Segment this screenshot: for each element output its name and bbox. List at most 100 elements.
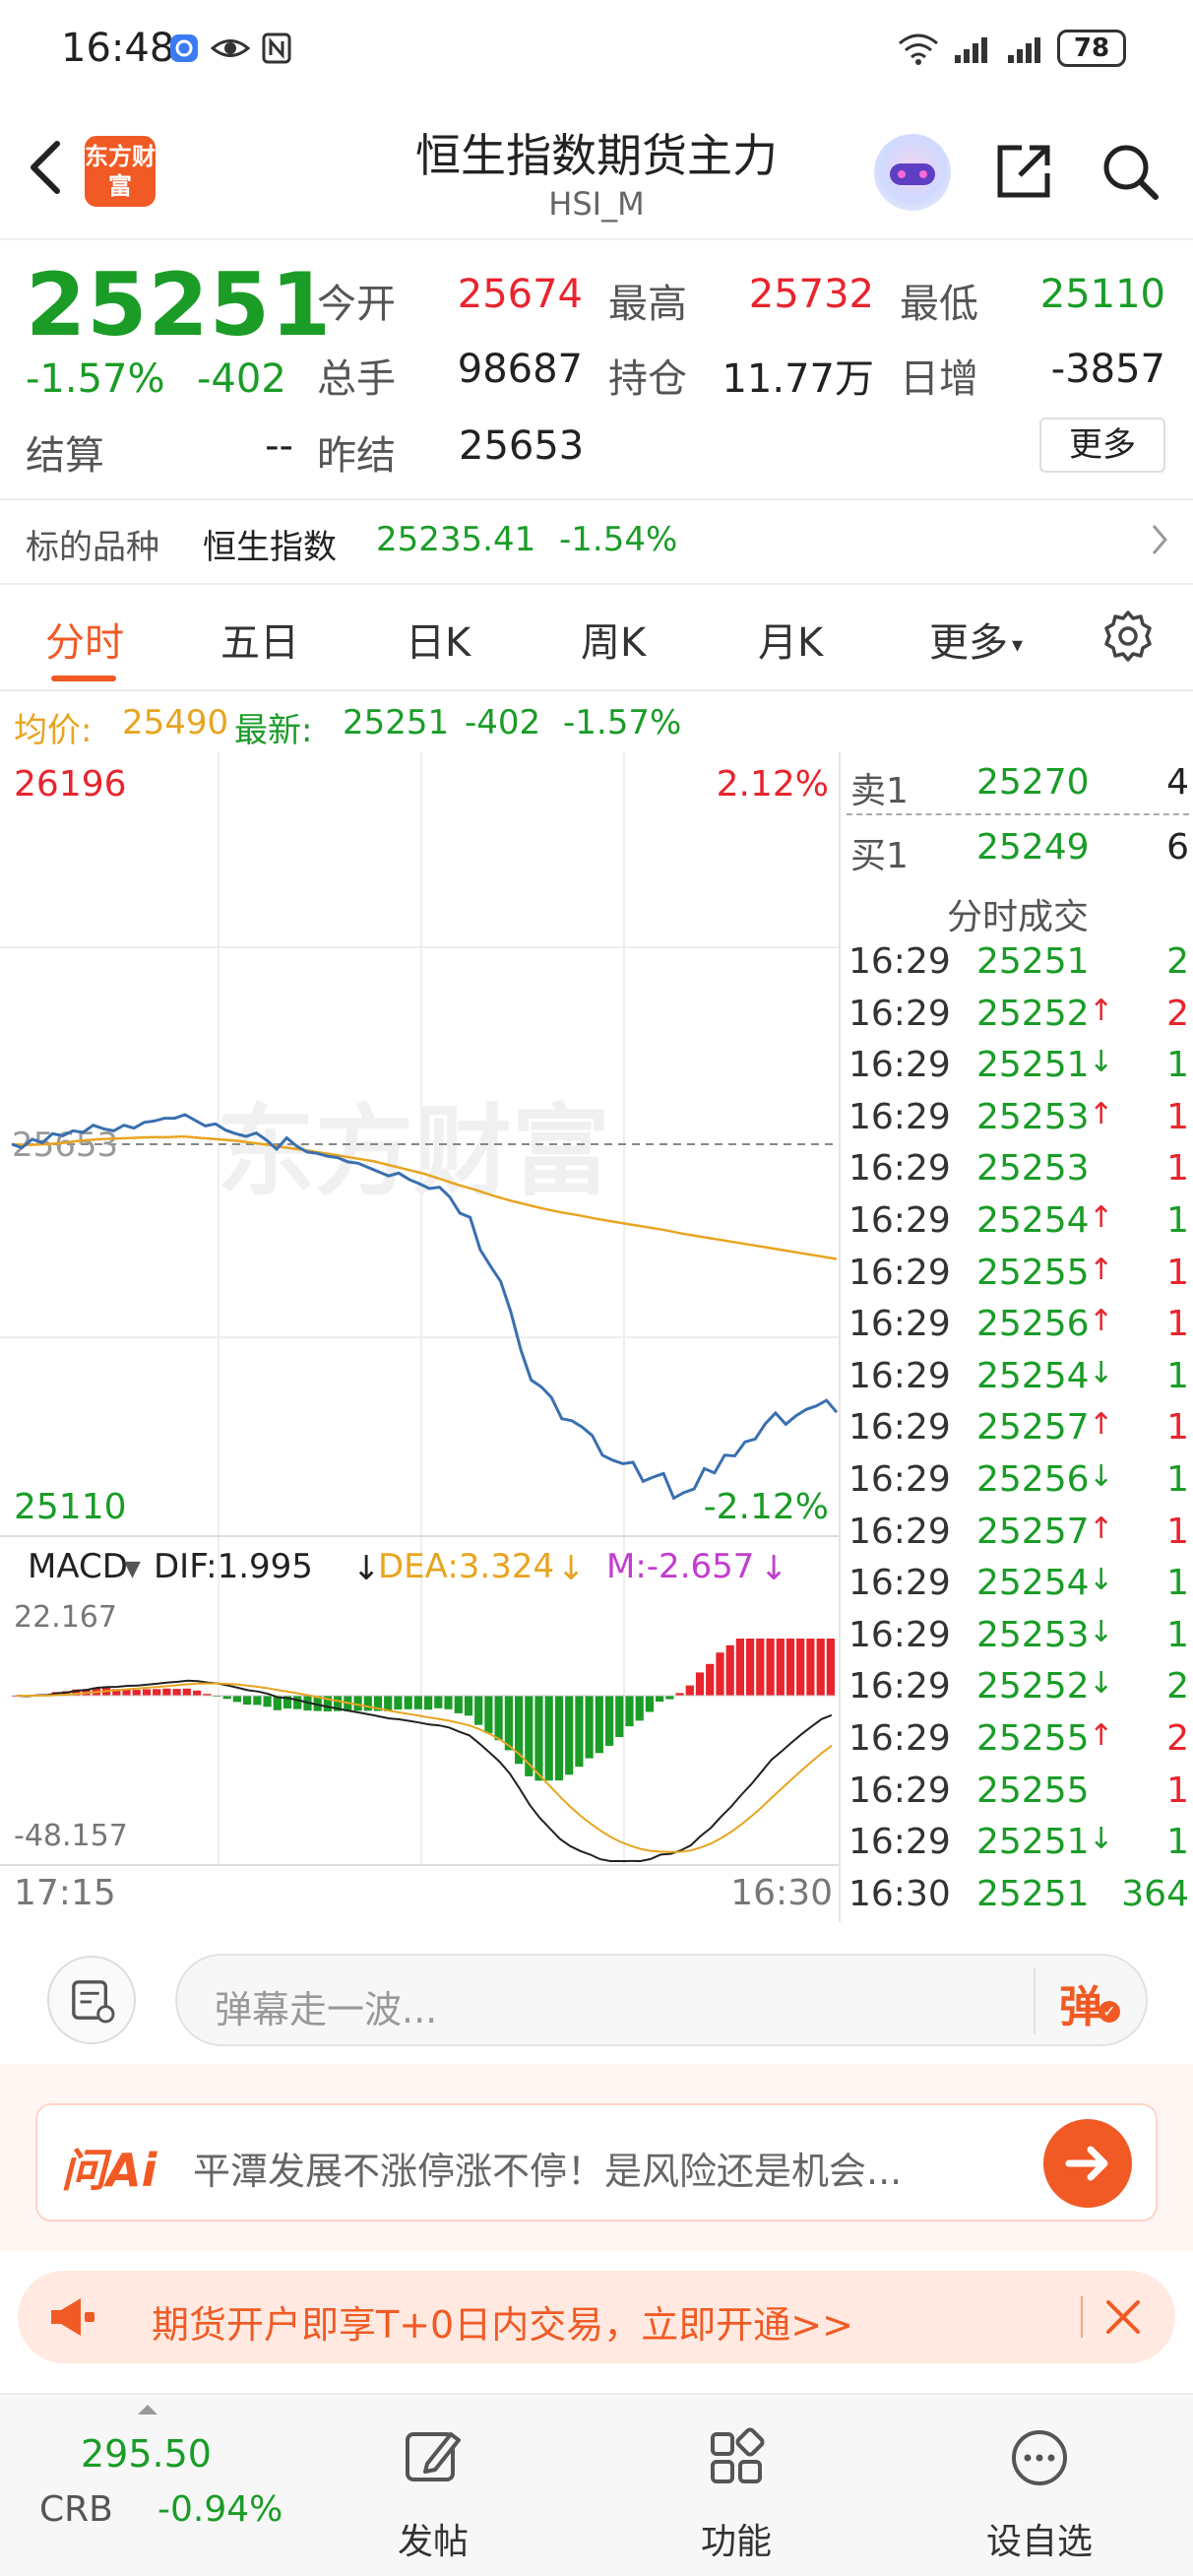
underlying-name: 恒生指数: [203, 528, 337, 567]
ticker-widget[interactable]: 295.50 CRB -0.94%: [0, 2395, 295, 2576]
underlying-row[interactable]: 标的品种 恒生指数 25235.41 -1.54%: [0, 500, 1193, 583]
tick-row: 16:29 25257 ↑ 1: [841, 1401, 1193, 1452]
tick-time: 16:29: [848, 1822, 951, 1863]
macd-bar: [756, 1639, 765, 1696]
arrow-right-icon[interactable]: [1043, 2119, 1132, 2208]
signal-icon-2: [1008, 37, 1040, 63]
ai-prompt-bar[interactable]: 问Ai 平潭发展不涨停涨不停！是风险还是机会...: [35, 2103, 1158, 2222]
nav-watchlist[interactable]: 设自选: [951, 2415, 1128, 2572]
macd-bar: [706, 1663, 715, 1696]
tick-row: 16:29 25253 ↑ 1: [841, 1091, 1193, 1142]
tick-price: 25254: [976, 1563, 1090, 1604]
tick-price: 25254: [976, 1200, 1090, 1241]
danmaku-input[interactable]: 弹幕走一波... 弹 ✓: [175, 1954, 1148, 2046]
underlying-price: 25235.41: [376, 520, 536, 559]
ai-logo: 问Ai: [61, 2144, 157, 2197]
megaphone-icon: [51, 2298, 94, 2336]
macd-bar: [474, 1696, 483, 1725]
arrow-down-icon: ↓: [1089, 1666, 1114, 1702]
tick-price: 25256: [976, 1459, 1090, 1500]
share-icon[interactable]: [992, 140, 1055, 203]
macd-bar: [695, 1672, 705, 1696]
arrow-up-icon: ↑: [1089, 1200, 1114, 1235]
arrow-up-icon: ↑: [1089, 1718, 1114, 1753]
ai-section: 问Ai 平潭发展不涨停涨不停！是风险还是机会...: [0, 2064, 1193, 2251]
tick-price: 25253: [976, 1096, 1090, 1137]
wifi-icon: [899, 33, 938, 65]
bottom-nav: 295.50 CRB -0.94% 发帖 功能 设自选: [0, 2393, 1193, 2576]
tick-time: 16:29: [848, 1459, 951, 1500]
tick-price: 25251: [976, 1045, 1090, 1086]
tick-time: 16:29: [848, 1770, 951, 1811]
tick-volume: 1: [1166, 1252, 1189, 1293]
macd-bar: [363, 1696, 372, 1711]
latest-value: 25251: [343, 703, 450, 742]
volume-value: 98687: [457, 347, 583, 392]
nav-functions-label: 功能: [700, 2522, 772, 2562]
tick-row: 16:29 25253 ↓ 1: [841, 1609, 1193, 1660]
macd-bar: [494, 1696, 503, 1741]
macd-bar: [413, 1696, 422, 1709]
macd-bar: [293, 1696, 302, 1709]
signal-icon: [955, 37, 987, 63]
macd-bar: [404, 1696, 412, 1709]
tick-time: 16:29: [848, 1148, 951, 1190]
macd-max-label: 22.167: [14, 1600, 117, 1635]
arrow-up-icon: ↑: [1089, 993, 1114, 1028]
eye-icon: [211, 39, 250, 57]
macd-bar: [353, 1696, 362, 1711]
tick-time: 16:29: [848, 1511, 951, 1552]
tick-price: 25253: [976, 1148, 1090, 1190]
tab-weekly-k[interactable]: 周K: [581, 611, 646, 668]
promo-banner[interactable]: 期货开户即享T+0日内交易，立即开通>>: [18, 2271, 1175, 2363]
tab-intraday[interactable]: 分时: [45, 611, 124, 668]
tick-price: 25252: [976, 1666, 1090, 1707]
gear-icon[interactable]: [1099, 607, 1158, 666]
divider: [1034, 1967, 1036, 2034]
ai-assistant-avatar[interactable]: [874, 134, 951, 211]
macd-bar: [716, 1652, 724, 1696]
intraday-chart[interactable]: 东方财富 25653 26196 2.12% 25110 -2.12% MACD…: [0, 752, 839, 1922]
macd-bar: [444, 1696, 453, 1709]
nav-post[interactable]: 发帖: [345, 2415, 522, 2572]
macd-bar: [796, 1639, 805, 1696]
pct-max-label: 2.12%: [717, 764, 829, 805]
app-notification-icon: [170, 34, 198, 62]
tick-volume: 1: [1166, 1459, 1189, 1500]
tick-volume: 1: [1166, 1614, 1189, 1655]
tick-time: 16:29: [848, 1096, 951, 1137]
active-tab-indicator: [51, 676, 116, 681]
nav-functions[interactable]: 功能: [648, 2415, 825, 2572]
tick-volume: 364: [1121, 1873, 1189, 1914]
tick-price: 25257: [976, 1407, 1090, 1449]
arrow-down-icon: ↓: [1089, 1614, 1114, 1649]
macd-bar: [585, 1696, 594, 1759]
ask-price: 25270: [976, 762, 1090, 803]
tab-five-day[interactable]: 五日: [220, 611, 299, 668]
ticker-price: 295.50: [81, 2432, 212, 2476]
edit-icon: [406, 2432, 461, 2481]
average-price-row: 均价: 25490 最新: 25251 -402 -1.57%: [0, 691, 1193, 752]
tick-volume: 1: [1166, 1200, 1189, 1241]
y-min-label: 25110: [14, 1487, 127, 1527]
prev-settlement-value: 25653: [459, 423, 585, 469]
latest-label: 最新:: [234, 711, 313, 750]
danmaku-settings-icon[interactable]: [47, 1956, 136, 2044]
tick-row: 16:29 25254 ↓ 1: [841, 1557, 1193, 1608]
macd-bar: [434, 1696, 443, 1708]
macd-bar: [142, 1689, 152, 1696]
bid-label: 买1: [850, 836, 909, 876]
tab-monthly-k[interactable]: 月K: [758, 611, 823, 668]
search-icon[interactable]: [1099, 140, 1162, 203]
more-details-button[interactable]: 更多: [1039, 418, 1165, 473]
macd-bar: [625, 1696, 634, 1727]
arrow-up-icon: ↑: [1089, 1304, 1114, 1339]
tick-time: 16:29: [848, 1563, 951, 1604]
close-icon[interactable]: [1099, 2292, 1148, 2342]
macd-dropdown-icon: ▼: [124, 1557, 141, 1581]
tab-daily-k[interactable]: 日K: [406, 611, 471, 668]
tab-more[interactable]: 更多 ▾: [929, 611, 1023, 668]
open-interest-value: 11.77万: [722, 356, 874, 402]
tick-time: 16:29: [848, 1304, 951, 1345]
danmaku-send-button[interactable]: 弹 ✓: [1059, 1971, 1128, 2032]
